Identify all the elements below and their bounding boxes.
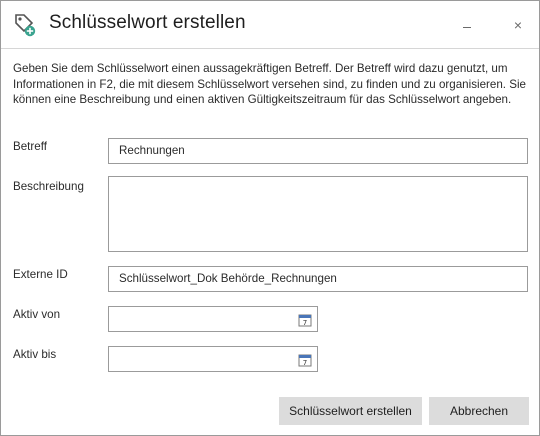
calendar-icon[interactable]: 7 — [298, 312, 312, 327]
create-keyword-button[interactable]: Schlüsselwort erstellen — [279, 397, 422, 425]
close-button[interactable]: × — [508, 15, 528, 35]
title-divider — [1, 48, 539, 49]
description-field[interactable] — [108, 176, 528, 252]
active-from-date-picker[interactable]: 7 — [108, 306, 318, 332]
description-label: Beschreibung — [13, 180, 84, 193]
active-from-label: Aktiv von — [13, 308, 61, 321]
external-id-label: Externe ID — [13, 268, 68, 281]
svg-text:7: 7 — [303, 319, 307, 327]
intro-text: Geben Sie dem Schlüsselwort einen aussag… — [13, 62, 526, 106]
active-until-label: Aktiv bis — [13, 348, 57, 361]
dialog-window: Schlüsselwort erstellen × Geben Sie dem … — [0, 0, 540, 436]
active-until-date-picker[interactable]: 7 — [108, 346, 318, 372]
tag-add-icon — [13, 12, 37, 38]
title-bar: Schlüsselwort erstellen × — [1, 1, 539, 48]
cancel-button[interactable]: Abbrechen — [429, 397, 529, 425]
subject-field[interactable]: Rechnungen — [108, 138, 528, 164]
window-title: Schlüsselwort erstellen — [49, 12, 246, 33]
minimize-button[interactable] — [457, 15, 477, 35]
calendar-icon[interactable]: 7 — [298, 352, 312, 367]
external-id-field[interactable]: Schlüsselwort_Dok Behörde_Rechnungen — [108, 266, 528, 292]
svg-text:7: 7 — [303, 359, 307, 367]
subject-label: Betreff — [13, 140, 47, 153]
